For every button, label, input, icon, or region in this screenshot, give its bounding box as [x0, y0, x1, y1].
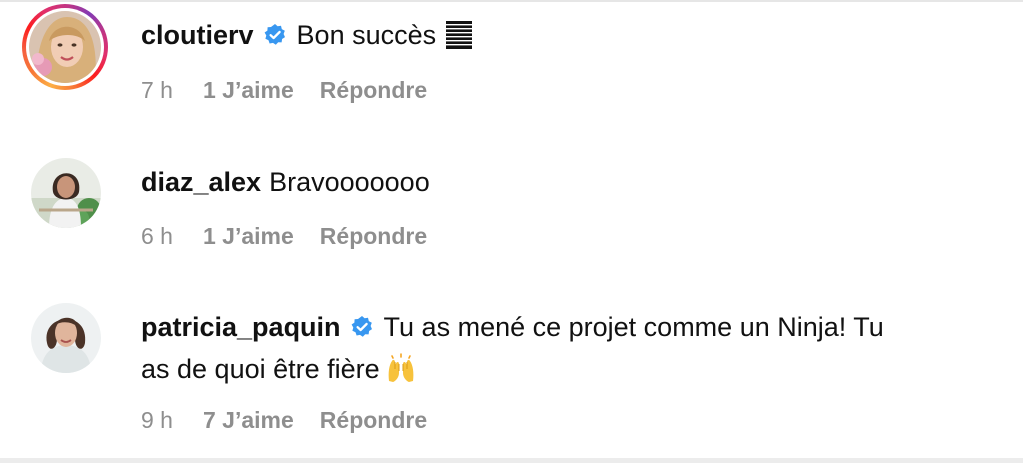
- comment-text: Bon succès: [296, 20, 437, 50]
- comments-panel: cloutierv Bon succès 7 h1 J’aime Répondr…: [0, 0, 1023, 463]
- likes-count-link[interactable]: 1 J’aime: [203, 223, 294, 249]
- avatar-story-ring[interactable]: [22, 4, 108, 90]
- reply-button[interactable]: Répondre: [320, 407, 427, 433]
- comment-line: diaz_alex Bravooooooo: [141, 161, 430, 203]
- comment-time: 7 h: [141, 77, 173, 103]
- comment-meta: 6 h 1 J’aime Répondre: [141, 223, 427, 250]
- avatar[interactable]: [29, 11, 101, 83]
- comment-text: Tu as mené ce projet comme un Ninja! Tu: [383, 312, 884, 342]
- comment-meta: 7 h 1 J’aime Répondre: [141, 77, 427, 104]
- comment-text: Bravooooooo: [269, 167, 430, 197]
- avatar[interactable]: [31, 303, 101, 373]
- comment-line: cloutierv Bon succès: [141, 14, 473, 62]
- flag-icon: [445, 20, 473, 62]
- bottom-divider: [0, 458, 1023, 463]
- reply-button[interactable]: Répondre: [320, 223, 427, 249]
- likes-count-link[interactable]: 1 J’aime: [203, 77, 294, 103]
- comment-time: 6 h: [141, 223, 173, 249]
- comment-line: patricia_paquin Tu as mené ce projet com…: [141, 306, 884, 348]
- top-divider: [0, 0, 1023, 2]
- username-link[interactable]: patricia_paquin: [141, 312, 341, 342]
- comment-text-continued: as de quoi être fière: [141, 354, 380, 384]
- comment-line-continued: as de quoi être fière: [141, 348, 416, 395]
- verified-badge-icon: [350, 309, 374, 337]
- username-link[interactable]: diaz_alex: [141, 167, 261, 197]
- verified-badge-icon: [263, 17, 287, 45]
- raising-hands-icon: [386, 353, 416, 395]
- username-link[interactable]: cloutierv: [141, 20, 254, 50]
- avatar[interactable]: [31, 158, 101, 228]
- likes-count-link[interactable]: 7 J’aime: [203, 407, 294, 433]
- reply-button[interactable]: Répondre: [320, 77, 427, 103]
- comment-meta: 9 h 7 J’aime Répondre: [141, 407, 427, 434]
- comment-time: 9 h: [141, 407, 173, 433]
